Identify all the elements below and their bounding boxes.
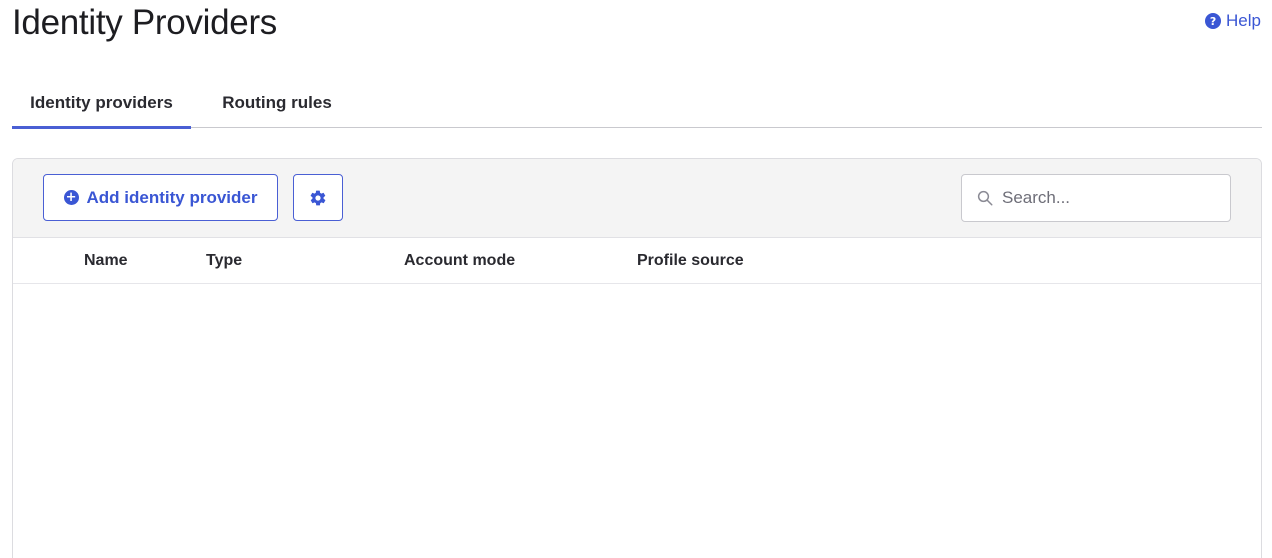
table-header: Name Type Account mode Profile source bbox=[13, 238, 1261, 284]
column-header-profile-source[interactable]: Profile source bbox=[637, 238, 744, 284]
page-title: Identity Providers bbox=[12, 3, 277, 42]
help-link[interactable]: ? Help bbox=[1205, 11, 1261, 31]
tab-bar: Identity providers Routing rules bbox=[12, 78, 1262, 129]
column-header-name[interactable]: Name bbox=[84, 238, 128, 284]
settings-button[interactable] bbox=[293, 174, 343, 221]
toolbar: + Add identity provider bbox=[13, 159, 1261, 238]
column-header-type[interactable]: Type bbox=[206, 238, 242, 284]
gear-icon bbox=[310, 190, 326, 205]
tab-routing-rules[interactable]: Routing rules bbox=[207, 78, 347, 128]
identity-providers-panel: + Add identity provider Name Type Accoun… bbox=[12, 158, 1262, 558]
page: Identity Providers ? Help Identity provi… bbox=[0, 0, 1272, 558]
search-box bbox=[961, 174, 1231, 222]
tab-identity-providers[interactable]: Identity providers bbox=[12, 78, 191, 129]
search-icon bbox=[977, 190, 993, 206]
column-header-account-mode[interactable]: Account mode bbox=[404, 238, 515, 284]
add-identity-provider-button[interactable]: + Add identity provider bbox=[43, 174, 278, 221]
question-circle-icon: ? bbox=[1205, 13, 1222, 29]
search-input[interactable] bbox=[1002, 188, 1222, 208]
help-label: Help bbox=[1226, 11, 1261, 30]
plus-circle-icon: + bbox=[63, 190, 79, 205]
add-identity-provider-label: Add identity provider bbox=[86, 187, 258, 207]
